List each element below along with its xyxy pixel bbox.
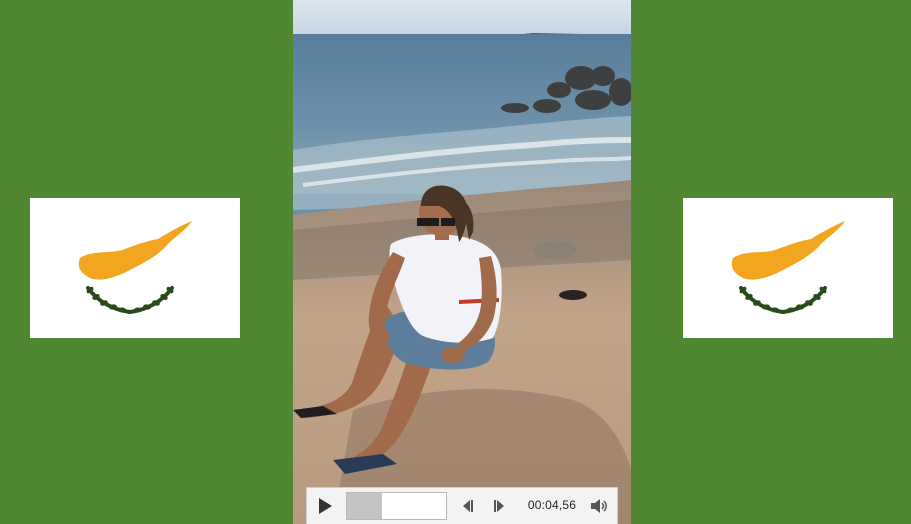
cyprus-flag-right xyxy=(683,198,893,338)
step-back-icon[interactable] xyxy=(457,494,477,518)
progress-bar[interactable] xyxy=(346,492,447,520)
beach-video-still xyxy=(293,0,631,524)
video-frame[interactable] xyxy=(293,0,631,524)
cyprus-flag-icon xyxy=(30,198,240,338)
progress-fill xyxy=(347,493,382,519)
cyprus-flag-icon xyxy=(683,198,893,338)
volume-icon[interactable] xyxy=(588,494,610,518)
media-controls: 00:04,56 xyxy=(306,487,618,524)
step-forward-icon[interactable] xyxy=(490,494,510,518)
cyprus-flag-left xyxy=(30,198,240,338)
time-readout: 00:04,56 xyxy=(527,498,577,512)
play-icon[interactable] xyxy=(315,494,335,518)
